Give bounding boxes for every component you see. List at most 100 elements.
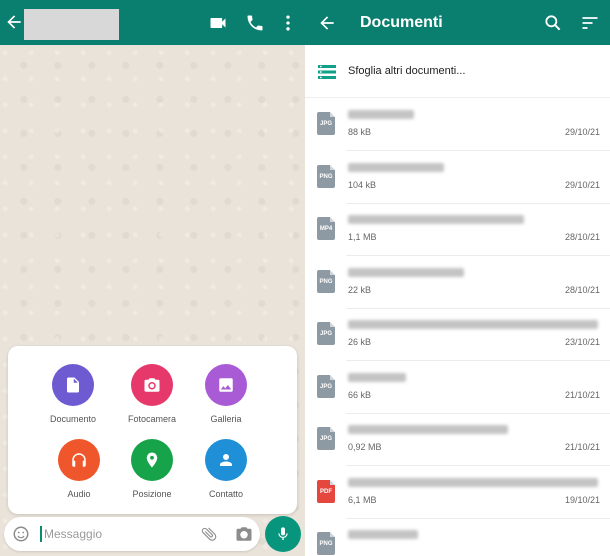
file-extension: MP4 [319,226,333,232]
document-size: 1,1 MB [348,232,377,242]
document-row[interactable]: JPG 26 kB 23/10/21 [305,309,610,361]
text-cursor [40,526,42,542]
document-row[interactable]: PNG [305,519,610,556]
back-arrow-icon[interactable] [4,12,24,32]
document-row[interactable]: JPG 88 kB 29/10/21 [305,99,610,151]
document-date: 21/10/21 [564,389,600,400]
attach-location[interactable]: Posizione [112,439,192,499]
message-input[interactable]: Messaggio [44,527,102,541]
paperclip-icon[interactable] [200,525,218,543]
document-icon [67,377,79,393]
contact-name-redacted[interactable] [24,9,119,40]
document-date: 29/10/21 [564,127,600,137]
document-name-redacted [348,477,598,487]
document-size: 66 kB [348,389,372,400]
document-row[interactable]: JPG 0,92 MB 21/10/21 [305,414,610,466]
document-name-redacted [348,162,444,172]
document-size: 104 kB [348,179,377,190]
attach-camera-circle[interactable] [131,364,173,406]
document-name-redacted [348,320,598,329]
more-options-icon[interactable] [278,13,298,33]
voice-record-button[interactable] [265,516,301,552]
attach-document-label: Documento [49,414,97,424]
file-type-icon: PNG [317,164,335,188]
page-title: Documenti [360,14,443,31]
person-icon [220,454,232,466]
file-type-icon: MP4 [317,217,335,240]
attach-audio-circle[interactable] [58,439,100,481]
file-extension: PNG [319,278,333,285]
document-date: 28/10/21 [564,284,600,295]
microphone-icon [278,527,288,540]
attach-gallery-label: Galleria [210,414,242,424]
search-icon[interactable] [543,13,563,33]
headphones-icon [72,453,86,467]
file-type-icon: JPG [317,322,335,345]
document-date: 28/10/21 [564,232,600,242]
document-row[interactable]: PNG 104 kB 29/10/21 [305,152,610,204]
file-type-icon: JPG [317,427,335,450]
file-extension: JPG [319,383,332,390]
attach-gallery[interactable]: Galleria [186,364,266,424]
attach-location-circle[interactable] [131,439,173,481]
file-extension: PDF [320,488,332,495]
file-type-icon: PNG [317,269,335,293]
document-row[interactable]: JPG 66 kB 21/10/21 [305,362,610,414]
voice-call-icon[interactable] [245,13,265,33]
attach-contact-label: Contatto [208,489,244,499]
chat-screen: Documento Fotocamera Galleria Audio Posi… [0,0,305,556]
document-row[interactable]: PNG 22 kB 28/10/21 [305,257,610,309]
document-date: 19/10/21 [564,494,600,505]
document-row[interactable]: PDF 6,1 MB 19/10/21 [305,467,610,519]
attach-contact[interactable]: Contatto [186,439,266,499]
document-name-redacted [348,530,418,539]
document-size: 22 kB [348,284,372,295]
attach-gallery-circle[interactable] [205,364,247,406]
attach-document[interactable]: Documento [33,364,113,424]
document-name-redacted [348,267,464,277]
video-call-icon[interactable] [208,13,228,33]
file-type-icon: PDF [317,479,335,503]
file-type-icon: JPG [317,374,335,398]
gallery-icon [219,378,233,392]
camera-input-icon[interactable] [235,525,253,543]
document-name-redacted [348,372,406,382]
message-input-bar[interactable]: Messaggio [4,517,260,551]
documents-header: Documenti [305,0,610,45]
attach-camera-label: Fotocamera [127,414,177,424]
camera-icon [144,378,160,392]
document-name-redacted [348,425,508,434]
document-name-redacted [348,215,524,224]
attachment-sheet: Documento Fotocamera Galleria Audio Posi… [8,346,297,514]
file-extension: JPG [319,121,332,127]
attach-document-circle[interactable] [52,364,94,406]
file-type-icon: PNG [317,532,335,555]
location-pin-icon [146,452,158,468]
attach-location-label: Posizione [132,489,172,499]
attach-audio[interactable]: Audio [39,439,119,499]
document-date: 21/10/21 [564,442,600,452]
file-type-icon: JPG [317,112,335,135]
documents-screen: Documenti Sfoglia altri documenti... JPG… [305,0,610,556]
document-size: 0,92 MB [348,442,382,452]
document-name-redacted [348,110,414,119]
file-extension: JPG [319,331,332,337]
file-extension: JPG [319,436,332,442]
attach-contact-circle[interactable] [205,439,247,481]
document-date: 29/10/21 [564,179,600,190]
emoji-icon[interactable] [12,525,30,543]
file-extension: PNG [319,541,333,547]
back-arrow-icon[interactable] [317,13,337,33]
browse-more-documents[interactable]: Sfoglia altri documenti... [305,45,610,98]
document-size: 6,1 MB [348,494,377,505]
folder-list-icon [318,65,336,79]
document-date: 23/10/21 [564,337,600,347]
document-size: 88 kB [348,127,372,137]
attach-camera[interactable]: Fotocamera [112,364,192,424]
document-row[interactable]: MP4 1,1 MB 28/10/21 [305,204,610,256]
chat-header [0,0,305,45]
sort-icon[interactable] [580,13,600,33]
file-extension: PNG [319,173,333,180]
browse-more-label: Sfoglia altri documenti... [348,65,466,77]
document-size: 26 kB [348,337,372,347]
